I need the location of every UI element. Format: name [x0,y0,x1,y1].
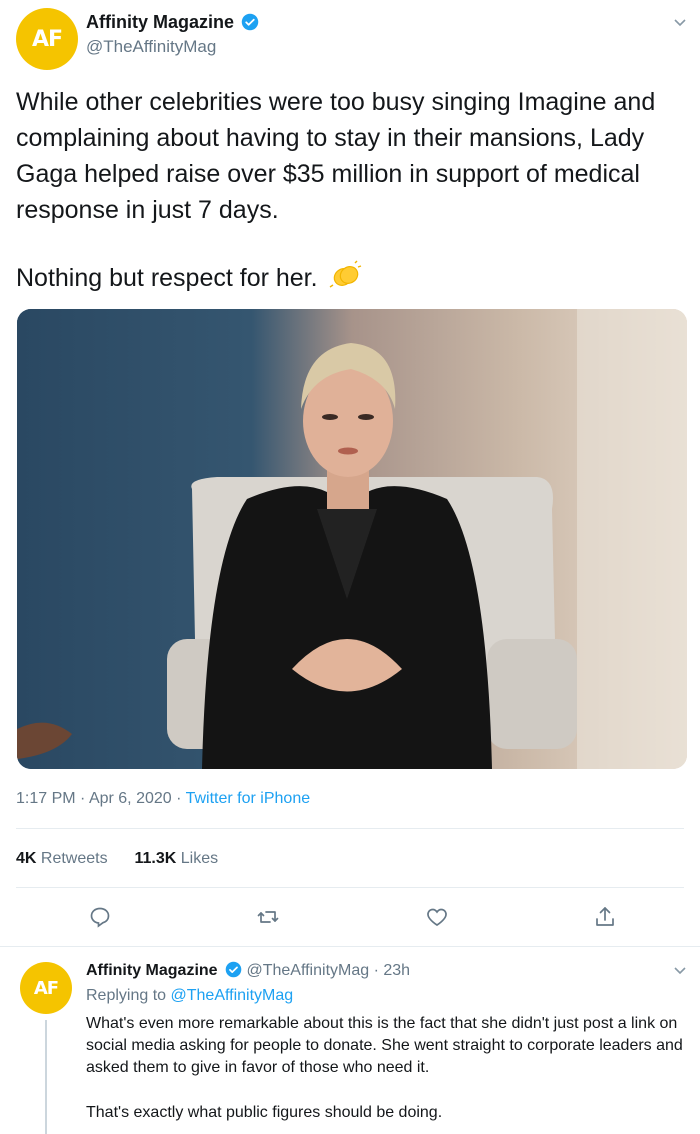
avatar[interactable]: AF [16,8,78,70]
retweets-count: 4K [16,850,37,867]
reply-text-closing: That's exactly what public figures shoul… [86,1104,443,1121]
reply-age[interactable]: 23h [383,962,410,979]
reply-avatar[interactable]: AF [20,962,72,1014]
verified-badge-icon [242,13,259,31]
tweet-stats: 4K Retweets 11.3K Likes [16,850,218,868]
retweet-icon [257,911,279,923]
tweet-author[interactable]: Affinity Magazine [86,12,259,33]
tweet-time[interactable]: 1:17 PM [16,790,76,807]
reply-header: Affinity Magazine @TheAffinityMag · 23h [86,961,410,980]
replying-to: Replying to @TheAffinityMag [86,987,293,1005]
separator-dot: · [176,790,186,807]
thread-line [45,1020,47,1134]
separator-dot: · [373,962,384,979]
share-icon [596,907,614,926]
tweet-photo[interactable] [17,309,687,769]
chevron-down-icon[interactable] [672,14,688,35]
reply-icon [90,907,110,928]
retweet-button[interactable] [256,905,280,934]
divider [16,828,684,829]
author-handle[interactable]: @TheAffinityMag [86,37,216,57]
divider [16,887,684,888]
tweet-text-closing: Nothing but respect for her. [16,260,688,300]
likes-label: Likes [180,850,219,867]
tweet-source[interactable]: Twitter for iPhone [186,790,311,807]
likes-stat[interactable]: 11.3K Likes [135,850,219,867]
author-name[interactable]: Affinity Magazine [86,12,234,32]
divider [0,946,700,947]
like-button[interactable] [425,905,449,934]
reply-text: What's even more remarkable about this i… [86,1015,683,1076]
avatar-initials: AF [31,26,63,52]
reply-author-handle[interactable]: @TheAffinityMag [246,962,369,979]
avatar-initials: AF [33,977,59,999]
reply-button[interactable] [88,905,112,934]
tweet-date[interactable]: Apr 6, 2020 [89,790,172,807]
replying-handle-link[interactable]: @TheAffinityMag [171,987,294,1004]
retweets-label: Retweets [40,850,108,867]
retweets-stat[interactable]: 4K Retweets [16,850,108,867]
share-button[interactable] [593,905,617,934]
verified-badge-icon [225,961,242,978]
tweet-text: While other celebrities were too busy si… [16,88,656,224]
reply-author-name[interactable]: Affinity Magazine [86,962,218,979]
separator-dot: · [80,790,89,807]
clapping-hands-icon [329,260,363,300]
heart-icon [427,908,447,927]
likes-count: 11.3K [134,850,177,867]
chevron-down-icon[interactable] [672,962,688,983]
tweet-timestamp-row: 1:17 PM · Apr 6, 2020 · Twitter for iPho… [16,790,310,808]
closing-line: Nothing but respect for her. [16,264,318,292]
replying-prefix: Replying to [86,987,167,1004]
photo-illustration [17,309,687,769]
